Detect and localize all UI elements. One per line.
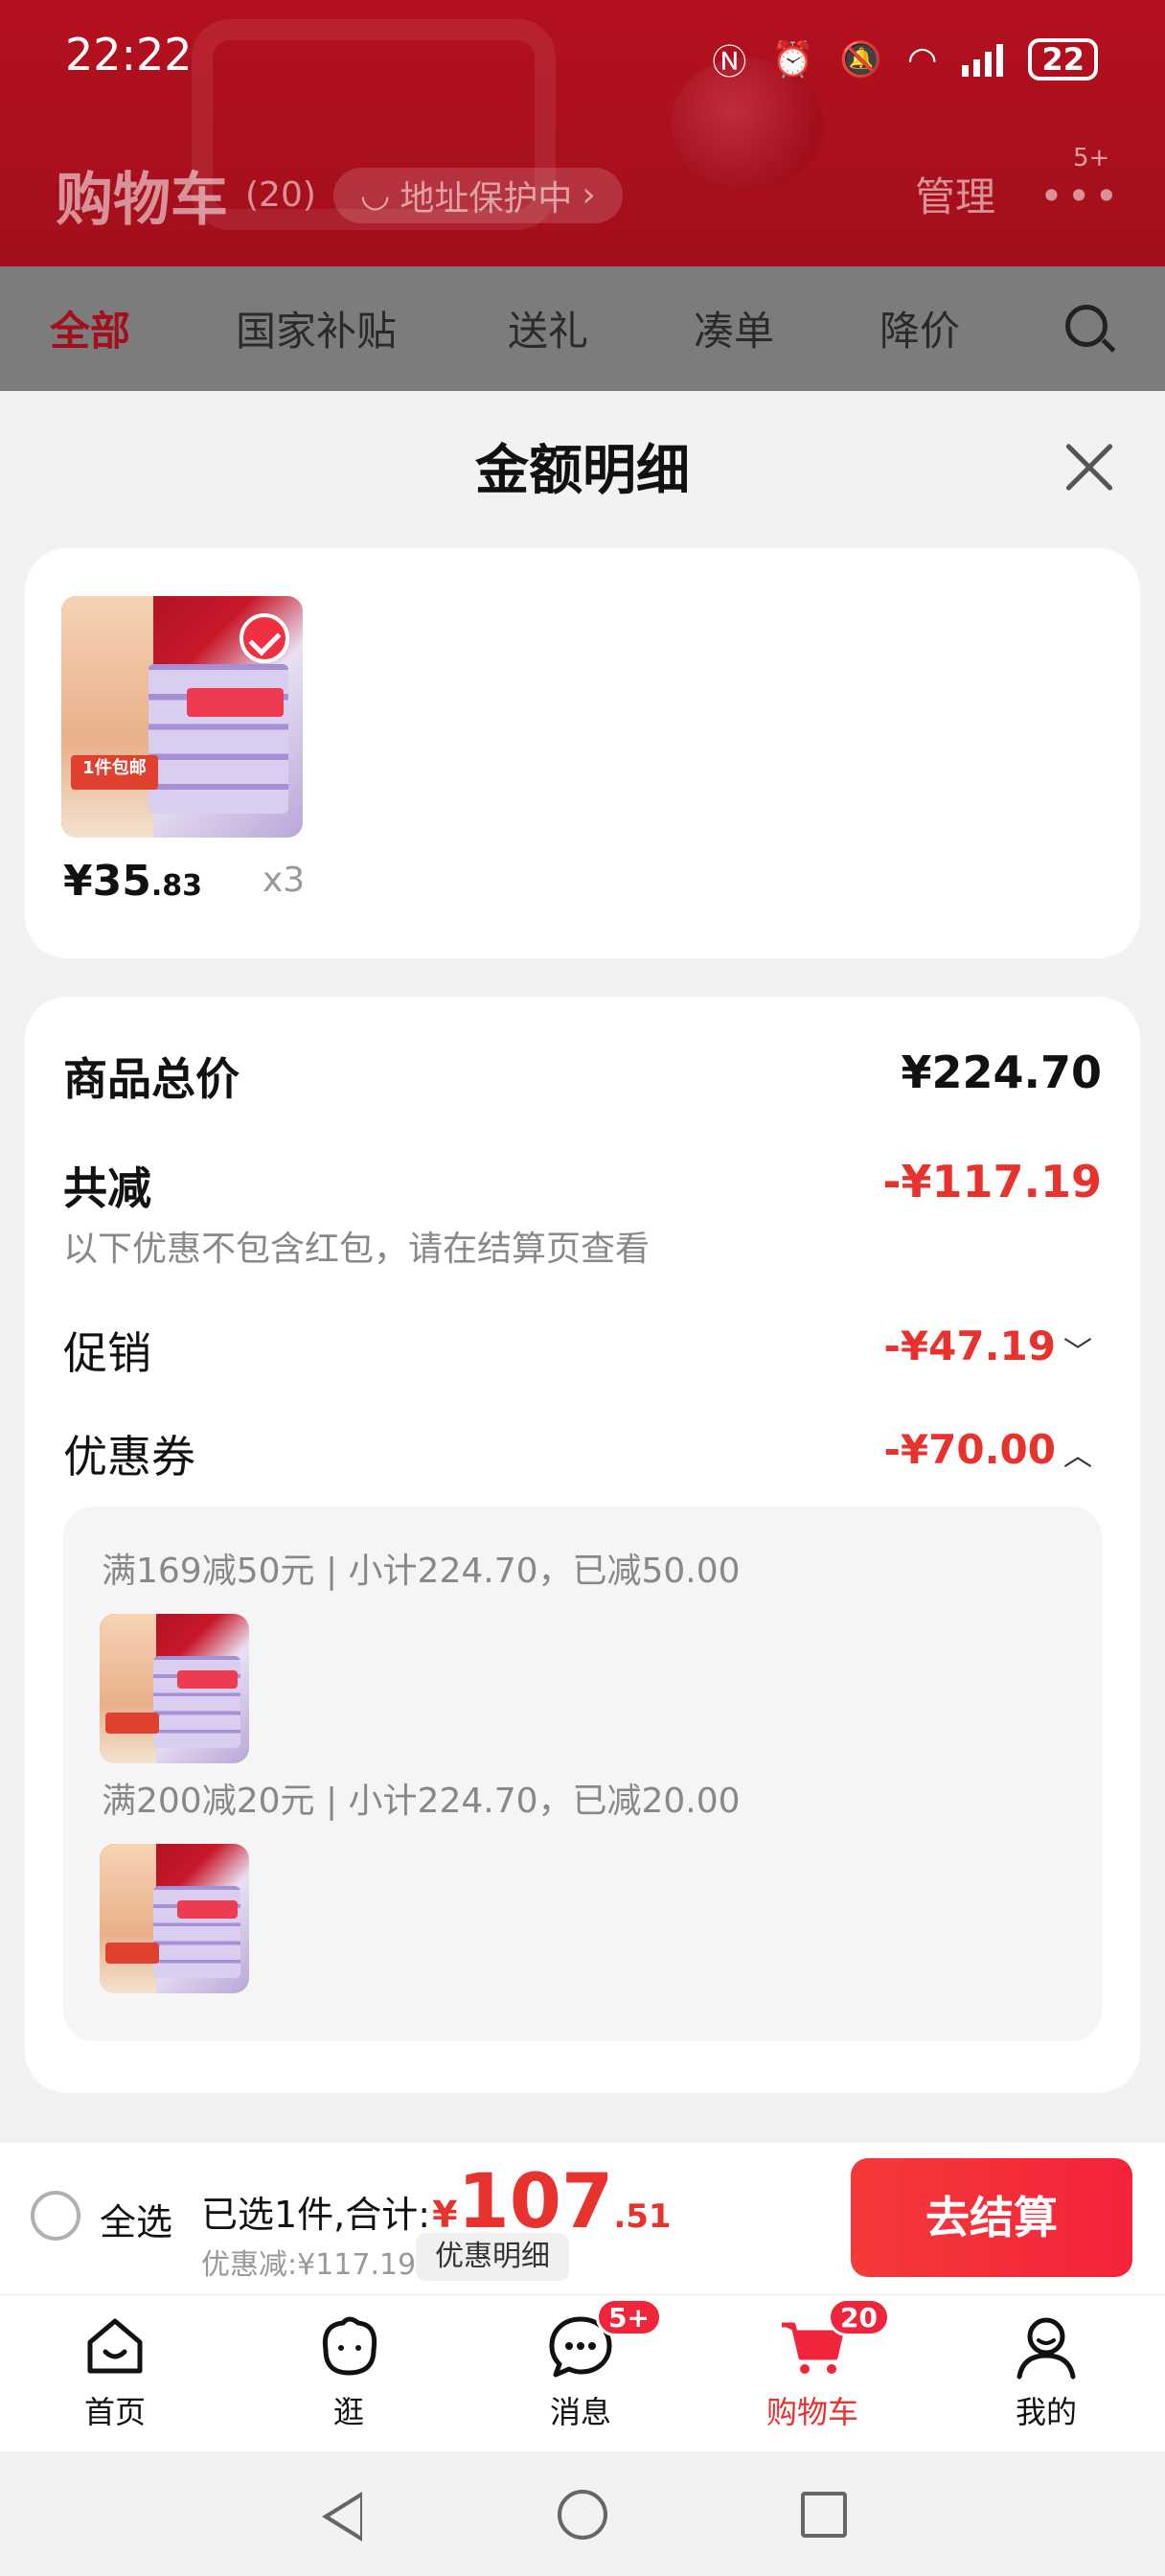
tab-messages[interactable]: 5+ 消息 <box>514 2298 662 2432</box>
tab-browse[interactable]: 逛 <box>282 2312 416 2432</box>
unit-price: ¥35.83 <box>63 857 202 906</box>
more-dots-icon[interactable]: ••• <box>1039 172 1122 219</box>
sheet-title: 金额明细 <box>475 440 690 502</box>
reduce-note: 以下优惠不包含红包，请在结算页查看 <box>63 1230 651 1269</box>
nfc-icon: Ⓝ <box>712 43 747 82</box>
cart-count: (20) <box>245 175 316 215</box>
tab-label-home: 首页 <box>83 2394 146 2430</box>
total-label: 商品总价 <box>63 1053 240 1105</box>
home-icon <box>80 2312 149 2380</box>
tab-profile[interactable]: 我的 <box>979 2312 1113 2432</box>
tab-home[interactable]: 首页 <box>48 2312 182 2432</box>
address-protect-label: 地址保护中 <box>400 178 573 218</box>
close-icon[interactable] <box>1062 441 1115 494</box>
message-icon: 5+ <box>546 2298 662 2380</box>
recent-apps-icon[interactable] <box>801 2492 847 2538</box>
reduce-label: 共减 <box>63 1162 151 1214</box>
messages-badge: 5+ <box>596 2298 662 2336</box>
selected-prefix: 已选1件,合计: <box>201 2194 431 2236</box>
product-image-tag: 1件包邮 <box>71 755 158 790</box>
signal-icon <box>962 42 1004 77</box>
status-icons: Ⓝ ⏰ 🔕 ◠ 22 <box>712 34 1098 84</box>
checkout-button[interactable]: 去结算 <box>851 2158 1132 2277</box>
profile-icon <box>1012 2312 1081 2380</box>
reduce-value: -¥117.19 <box>882 1156 1102 1208</box>
coupon-value[interactable]: -¥70.00 <box>883 1426 1056 1473</box>
cart-title: 购物车 <box>56 167 228 234</box>
status-time: 22:22 <box>65 29 193 80</box>
cart-header: 购物车 (20) ◡ 地址保护中 › <box>56 153 623 237</box>
smile-icon: ◡ <box>359 175 391 215</box>
coupon-line-2: 满200减20元 | 小计224.70，已减20.00 <box>102 1782 741 1821</box>
cart-icon: 20 <box>778 2298 890 2380</box>
chevron-down-icon[interactable]: ﹀ <box>1063 1328 1092 1370</box>
tab-label-cart: 购物车 <box>765 2394 858 2430</box>
mute-icon: 🔕 <box>839 40 883 80</box>
product-image[interactable]: 1件包邮 <box>61 596 303 838</box>
tab-cart[interactable]: 20 购物车 <box>745 2298 890 2432</box>
more-badge: 5+ <box>1073 144 1110 172</box>
wifi-6-icon: ◠ <box>907 39 938 80</box>
filter-tab-subsidy[interactable]: 国家补贴 <box>236 299 397 357</box>
select-all-checkbox[interactable] <box>31 2191 80 2241</box>
address-protect-pill[interactable]: ◡ 地址保护中 › <box>332 167 623 223</box>
check-icon[interactable] <box>240 613 289 663</box>
filter-tab-all[interactable]: 全部 <box>50 299 130 357</box>
alarm-icon: ⏰ <box>771 40 815 80</box>
back-icon[interactable] <box>322 2492 362 2542</box>
home-circle-icon[interactable] <box>558 2490 607 2540</box>
promo-value[interactable]: -¥47.19 <box>883 1322 1056 1369</box>
cart-badge: 20 <box>828 2298 890 2336</box>
coupon-label: 优惠券 <box>63 1431 195 1483</box>
select-all-label[interactable]: 全选 <box>100 2193 172 2245</box>
tab-label-profile: 我的 <box>1015 2394 1077 2430</box>
filter-tab-price-drop[interactable]: 降价 <box>879 299 960 357</box>
unit-price-int: ¥35 <box>63 857 151 906</box>
coupon-product-image-2[interactable] <box>100 1844 249 1993</box>
total-dec: .51 <box>613 2197 672 2236</box>
battery-icon: 22 <box>1028 38 1098 80</box>
coupon-line-1: 满169减50元 | 小计224.70，已减50.00 <box>102 1552 741 1591</box>
discount-detail-button[interactable]: 优惠明细 <box>416 2233 569 2281</box>
quantity: x3 <box>263 861 306 900</box>
manage-button[interactable]: 管理 <box>915 165 995 223</box>
browse-icon <box>314 2312 383 2380</box>
filter-tab-gift[interactable]: 送礼 <box>508 299 588 357</box>
total-value: ¥224.70 <box>901 1046 1102 1098</box>
discount-text: 优惠减:¥117.19 <box>201 2248 417 2282</box>
search-icon[interactable] <box>1065 305 1108 347</box>
total-currency: ¥ <box>432 2194 458 2236</box>
chevron-up-icon[interactable]: ︿ <box>1063 1432 1092 1474</box>
unit-price-dec: .83 <box>150 869 203 903</box>
tab-label-browse: 逛 <box>332 2394 364 2430</box>
filter-tab-bundle[interactable]: 凑单 <box>694 299 774 357</box>
tab-label-messages: 消息 <box>549 2394 611 2430</box>
status-bar: 22:22 Ⓝ ⏰ 🔕 ◠ 22 <box>0 0 1165 115</box>
promo-label: 促销 <box>63 1327 151 1379</box>
chevron-right-icon: › <box>582 175 596 215</box>
coupon-product-image-1[interactable] <box>100 1614 249 1763</box>
